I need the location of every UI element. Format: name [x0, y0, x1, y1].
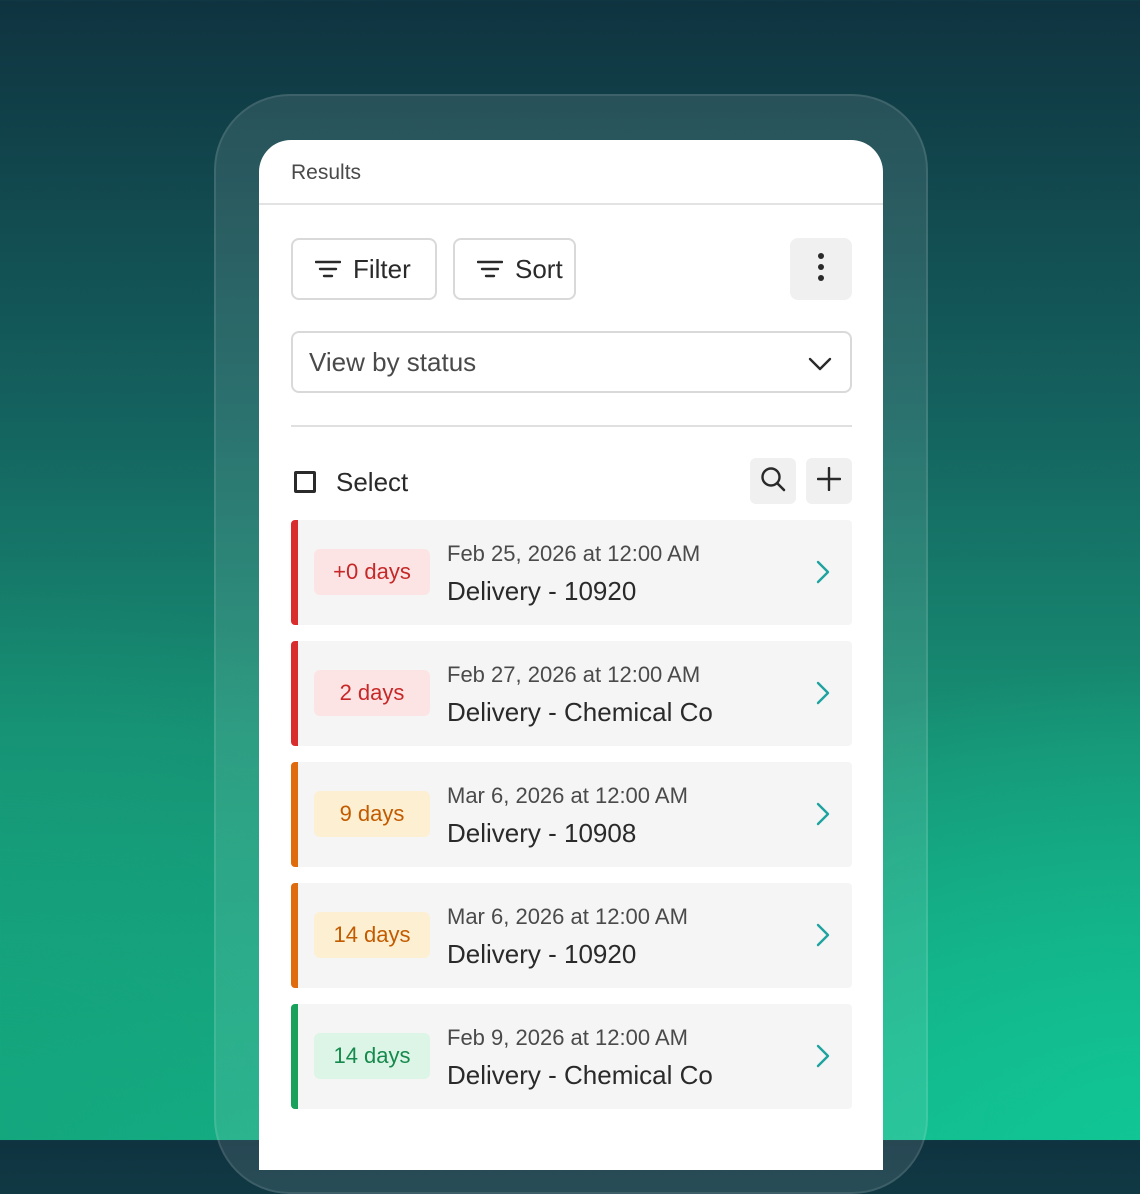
view-by-status-select[interactable]: View by status	[291, 331, 852, 393]
more-vertical-icon	[817, 252, 825, 287]
item-date: Feb 27, 2026 at 12:00 AM	[447, 662, 701, 687]
select-all-checkbox[interactable]	[294, 471, 316, 493]
toolbar: Filter Sort	[291, 238, 852, 300]
divider	[291, 425, 852, 427]
panel-header: Results	[259, 140, 883, 205]
view-select-value: View by status	[309, 346, 477, 377]
item-date: Feb 9, 2026 at 12:00 AM	[447, 1025, 688, 1050]
list-item[interactable]: 14 days Mar 6, 2026 at 12:00 AM Delivery…	[291, 883, 852, 988]
search-icon	[760, 466, 786, 497]
chevron-right-icon[interactable]	[816, 1044, 830, 1073]
filter-icon	[314, 254, 342, 285]
item-name: Delivery - 10920	[447, 939, 637, 969]
selection-row: Select	[291, 458, 852, 506]
select-label: Select	[336, 466, 409, 497]
chevron-right-icon[interactable]	[816, 681, 830, 710]
plus-icon	[816, 466, 842, 496]
list-item[interactable]: +0 days Feb 25, 2026 at 12:00 AM Deliver…	[291, 520, 852, 625]
item-name: Delivery - Chemical Co	[447, 697, 713, 727]
list-item[interactable]: 2 days Feb 27, 2026 at 12:00 AM Delivery…	[291, 641, 852, 746]
list-item[interactable]: 14 days Feb 9, 2026 at 12:00 AM Delivery…	[291, 1004, 852, 1109]
status-bar	[291, 883, 298, 988]
results-panel: Results Filter Sort View by status Selec…	[259, 140, 883, 1170]
chevron-down-icon	[808, 347, 832, 378]
days-badge: 14 days	[314, 1033, 430, 1079]
more-options-button[interactable]	[790, 238, 852, 300]
chevron-right-icon[interactable]	[816, 923, 830, 952]
filter-button[interactable]: Filter	[291, 238, 437, 300]
days-badge: 2 days	[314, 670, 430, 716]
sort-icon	[476, 254, 504, 285]
item-name: Delivery - 10908	[447, 818, 637, 848]
panel-title: Results	[291, 161, 362, 184]
filter-label: Filter	[353, 253, 411, 284]
sort-button[interactable]: Sort	[453, 238, 576, 300]
chevron-right-icon[interactable]	[816, 560, 830, 589]
chevron-right-icon[interactable]	[816, 802, 830, 831]
item-date: Mar 6, 2026 at 12:00 AM	[447, 904, 688, 929]
select-all-toggle[interactable]: Select	[291, 458, 408, 506]
days-badge: 14 days	[314, 912, 430, 958]
item-name: Delivery - 10920	[447, 576, 637, 606]
add-button[interactable]	[806, 458, 852, 504]
item-date: Mar 6, 2026 at 12:00 AM	[447, 783, 688, 808]
search-button[interactable]	[750, 458, 796, 504]
days-badge: 9 days	[314, 791, 430, 837]
status-bar	[291, 1004, 298, 1109]
status-bar	[291, 641, 298, 746]
days-badge: +0 days	[314, 549, 430, 595]
sort-label: Sort	[515, 253, 563, 284]
item-name: Delivery - Chemical Co	[447, 1060, 713, 1090]
item-date: Feb 25, 2026 at 12:00 AM	[447, 541, 701, 566]
list-item[interactable]: 9 days Mar 6, 2026 at 12:00 AM Delivery …	[291, 762, 852, 867]
delivery-list: +0 days Feb 25, 2026 at 12:00 AM Deliver…	[291, 520, 852, 1125]
status-bar	[291, 762, 298, 867]
status-bar	[291, 520, 298, 625]
